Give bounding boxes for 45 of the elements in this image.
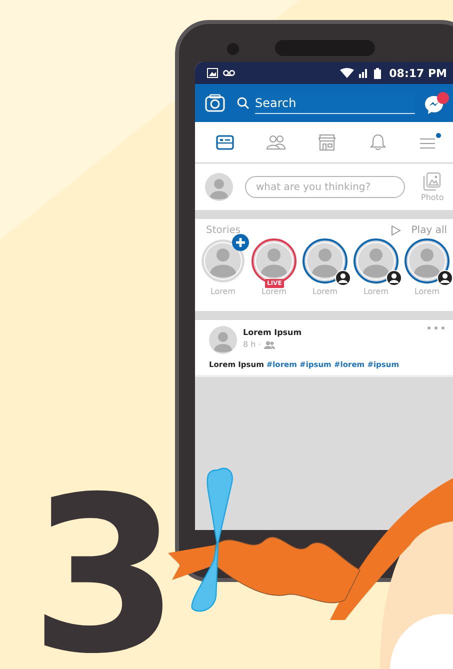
signal-icon [359, 68, 370, 78]
camera-icon [227, 43, 239, 55]
voicemail-icon [223, 69, 235, 77]
avatar [205, 173, 233, 201]
play-all-link[interactable]: Play all [411, 225, 447, 236]
more-options-icon[interactable] [427, 326, 445, 330]
friends-icon [266, 134, 286, 150]
post-input-field[interactable]: what are you thinking? [245, 176, 405, 198]
story-name: Lorem [261, 287, 287, 296]
story-avatar [353, 238, 399, 284]
story-name: Lorem [210, 287, 236, 296]
messenger-icon[interactable] [425, 92, 449, 114]
store-icon [318, 134, 336, 150]
clock-time: 08:17 PM [389, 66, 447, 80]
user-avatar-icon [335, 270, 351, 286]
battery-icon [374, 68, 382, 78]
story-avatar [200, 238, 246, 284]
friends-icon [264, 340, 275, 348]
avatar [209, 326, 237, 354]
add-icon[interactable] [232, 234, 249, 251]
story-avatar [251, 238, 297, 284]
stories-title: Stories [206, 225, 241, 236]
story-item[interactable]: Lorem [302, 234, 351, 296]
story-name: Lorem [414, 287, 440, 296]
post-time: 8 h · [243, 340, 261, 349]
story-name: Lorem [363, 287, 389, 296]
story-item[interactable]: Lorem [353, 234, 402, 296]
bell-icon [370, 134, 386, 150]
photo-icon[interactable] [423, 172, 442, 191]
story-name: Lorem [312, 287, 338, 296]
step-number: 3 [30, 468, 180, 669]
image-icon [207, 68, 218, 78]
user-avatar-icon [386, 270, 402, 286]
story-item[interactable]: Lorem [200, 234, 249, 296]
camera-icon[interactable] [205, 94, 225, 112]
search-field[interactable]: Search [255, 92, 415, 114]
story-avatar [404, 238, 450, 284]
search-icon [237, 97, 249, 109]
photo-label: Photo [421, 193, 444, 202]
wifi-icon [340, 68, 354, 78]
news-feed-icon [216, 134, 234, 150]
play-icon [391, 225, 402, 236]
author-name[interactable]: Lorem Ipsum [243, 328, 302, 337]
story-avatar [302, 238, 348, 284]
story-item[interactable]: Lorem [404, 234, 453, 296]
